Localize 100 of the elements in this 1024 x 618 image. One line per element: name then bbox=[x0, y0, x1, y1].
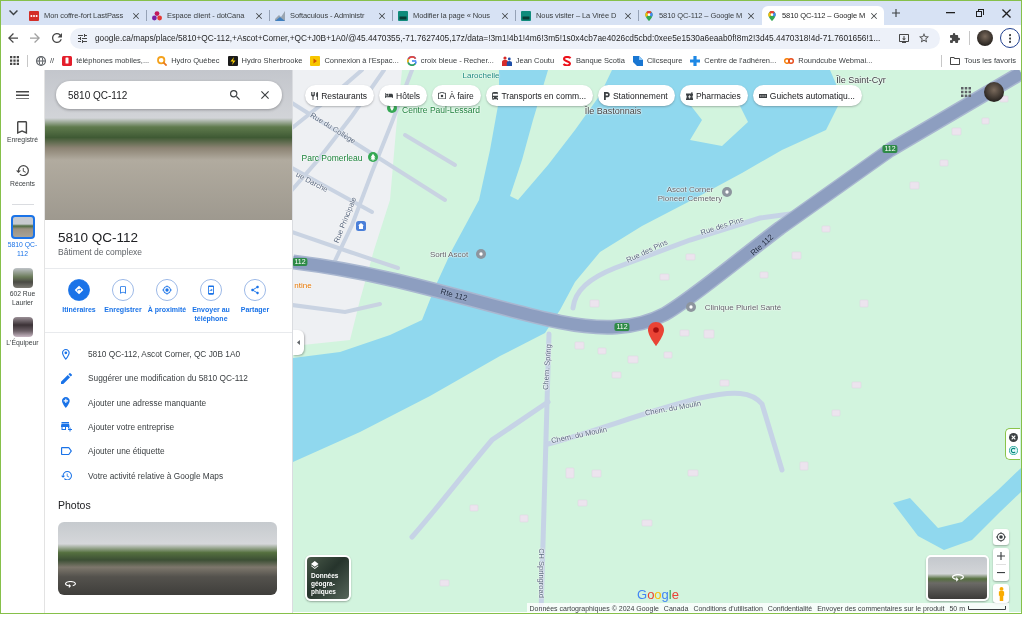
building bbox=[909, 181, 920, 190]
bookmark-icon bbox=[17, 120, 28, 134]
building bbox=[574, 341, 585, 350]
detail-row[interactable]: Ajouter une adresse manquante bbox=[45, 390, 292, 415]
place-label[interactable]: Parc Pomerleau bbox=[301, 153, 363, 163]
reload-icon[interactable] bbox=[52, 33, 62, 43]
history-icon bbox=[60, 470, 72, 481]
place-label[interactable]: Ascot Corner Pioneer Cemetery bbox=[657, 185, 723, 203]
category-chip[interactable]: Transports en comm... bbox=[485, 85, 594, 106]
plus-icon[interactable] bbox=[892, 9, 900, 17]
back-arrow-icon[interactable] bbox=[8, 33, 18, 43]
play-icon bbox=[310, 55, 321, 66]
tree-icon[interactable] bbox=[368, 152, 378, 162]
close-icon[interactable] bbox=[871, 12, 877, 19]
building bbox=[759, 271, 769, 279]
building bbox=[627, 355, 639, 364]
house-icon[interactable] bbox=[356, 221, 366, 231]
photo-thumbnail bbox=[10, 215, 35, 239]
category-chip[interactable]: Pharmacies bbox=[679, 85, 748, 106]
g-logo-icon bbox=[406, 55, 417, 66]
place-marker-icon[interactable] bbox=[476, 249, 486, 259]
building bbox=[821, 225, 831, 233]
category-chip[interactable]: À faire bbox=[432, 85, 481, 106]
building bbox=[859, 299, 869, 308]
building bbox=[999, 95, 1009, 103]
place-label[interactable]: Larochelle bbox=[462, 70, 500, 80]
category-chip[interactable]: Guichets automatiqu... bbox=[752, 85, 862, 106]
tile-icon bbox=[398, 10, 408, 21]
menu-icon[interactable] bbox=[16, 90, 29, 100]
forward-arrow-icon[interactable] bbox=[30, 33, 40, 43]
phone-icon bbox=[62, 55, 73, 66]
close-icon[interactable] bbox=[1002, 8, 1011, 18]
detail-row[interactable]: Ajouter une étiquette bbox=[45, 439, 292, 464]
building bbox=[703, 329, 715, 339]
parking-icon bbox=[604, 91, 610, 100]
building bbox=[831, 409, 841, 417]
tile-icon bbox=[521, 10, 531, 21]
scale-bar bbox=[968, 606, 1006, 610]
chevron-down-icon[interactable] bbox=[9, 10, 18, 16]
building bbox=[641, 519, 653, 527]
detail-row[interactable]: Ajouter votre entreprise bbox=[45, 414, 292, 440]
road-label: Rte 112 bbox=[748, 232, 776, 258]
detail-row[interactable]: Suggérer une modification du 5810 QC-112 bbox=[45, 366, 292, 391]
place-marker-icon[interactable] bbox=[686, 302, 696, 312]
building bbox=[687, 469, 699, 477]
place-category: Bâtiment de complexe bbox=[58, 247, 144, 258]
place-label[interactable]: Centre Paul-Lessard bbox=[402, 105, 480, 115]
place-label[interactable]: Sorti Ascot bbox=[429, 249, 469, 259]
history-icon bbox=[16, 164, 29, 177]
google-logo: Google bbox=[637, 588, 679, 601]
people-icon bbox=[501, 55, 512, 66]
photo-placeholder[interactable] bbox=[58, 521, 277, 595]
document-icon bbox=[632, 55, 643, 66]
building bbox=[469, 504, 479, 512]
apps-grid-icon[interactable] bbox=[961, 87, 971, 97]
street-view-thumbnail[interactable] bbox=[926, 555, 989, 601]
label-icon bbox=[60, 447, 72, 456]
detail-row[interactable]: 5810 QC-112, Ascot Corner, QC J0B 1A0 bbox=[45, 342, 292, 367]
star-icon[interactable] bbox=[919, 33, 929, 43]
photo-thumbnail bbox=[12, 317, 33, 337]
section-heading: Photos bbox=[58, 498, 92, 512]
building bbox=[589, 299, 600, 308]
rotate-arrow-icon bbox=[65, 580, 76, 588]
avatar[interactable] bbox=[977, 30, 993, 46]
minimize-icon[interactable] bbox=[946, 12, 955, 14]
tune-icon[interactable] bbox=[78, 33, 87, 43]
address-bar[interactable]: google.ca/maps/place/5810+QC-112,+Ascot+Corner,+QC+J0B+1A0/@45.4470355,-71.7627405,17z/data=!3m1!4b1!4m6!3m5!1s0x4cb7ae4026cd5cbd:0xee5e1530a6eaab0f!8m2!3d45.4470318!4d-71.7601656!1... bbox=[70, 27, 940, 49]
close-icon[interactable] bbox=[1008, 433, 1018, 442]
place-label[interactable]: Île Bastonnais bbox=[584, 106, 642, 116]
restore-icon[interactable] bbox=[976, 9, 984, 17]
building bbox=[939, 159, 949, 167]
install-icon[interactable] bbox=[899, 33, 909, 43]
category-chip[interactable]: Stationnement bbox=[598, 85, 675, 106]
search-icon[interactable] bbox=[230, 90, 240, 100]
location-pin-icon[interactable] bbox=[648, 322, 664, 346]
collapse-button[interactable] bbox=[293, 330, 304, 355]
crosshair-icon bbox=[996, 532, 1006, 542]
add-location-icon bbox=[62, 397, 70, 409]
place-label[interactable]: Clinique Pluriel Santé bbox=[704, 302, 782, 312]
building bbox=[519, 514, 529, 523]
puzzle-icon[interactable] bbox=[950, 33, 960, 43]
building bbox=[851, 381, 862, 389]
camera-icon bbox=[438, 91, 447, 100]
place-label[interactable]: Île Saint-Cyr bbox=[836, 75, 886, 85]
place-marker-icon[interactable] bbox=[722, 187, 732, 197]
map-pin-icon bbox=[767, 10, 777, 21]
pencil-icon bbox=[60, 372, 72, 384]
search-field[interactable]: 5810 QC-112 bbox=[56, 81, 282, 109]
apps-grid-icon[interactable] bbox=[10, 56, 19, 65]
category-chip[interactable]: Hôtels bbox=[379, 85, 428, 106]
category-chip[interactable]: Restaurants bbox=[305, 85, 375, 106]
building bbox=[679, 329, 690, 337]
more-icon bbox=[1008, 33, 1012, 43]
fork-knife-icon bbox=[311, 91, 319, 100]
building bbox=[611, 371, 622, 379]
detail-row[interactable]: Votre activité relative à Google Maps bbox=[45, 463, 292, 488]
my-location-button[interactable] bbox=[993, 529, 1009, 545]
cross-icon bbox=[690, 55, 701, 66]
circle-icon[interactable] bbox=[1008, 446, 1018, 455]
close-icon[interactable] bbox=[261, 91, 269, 99]
